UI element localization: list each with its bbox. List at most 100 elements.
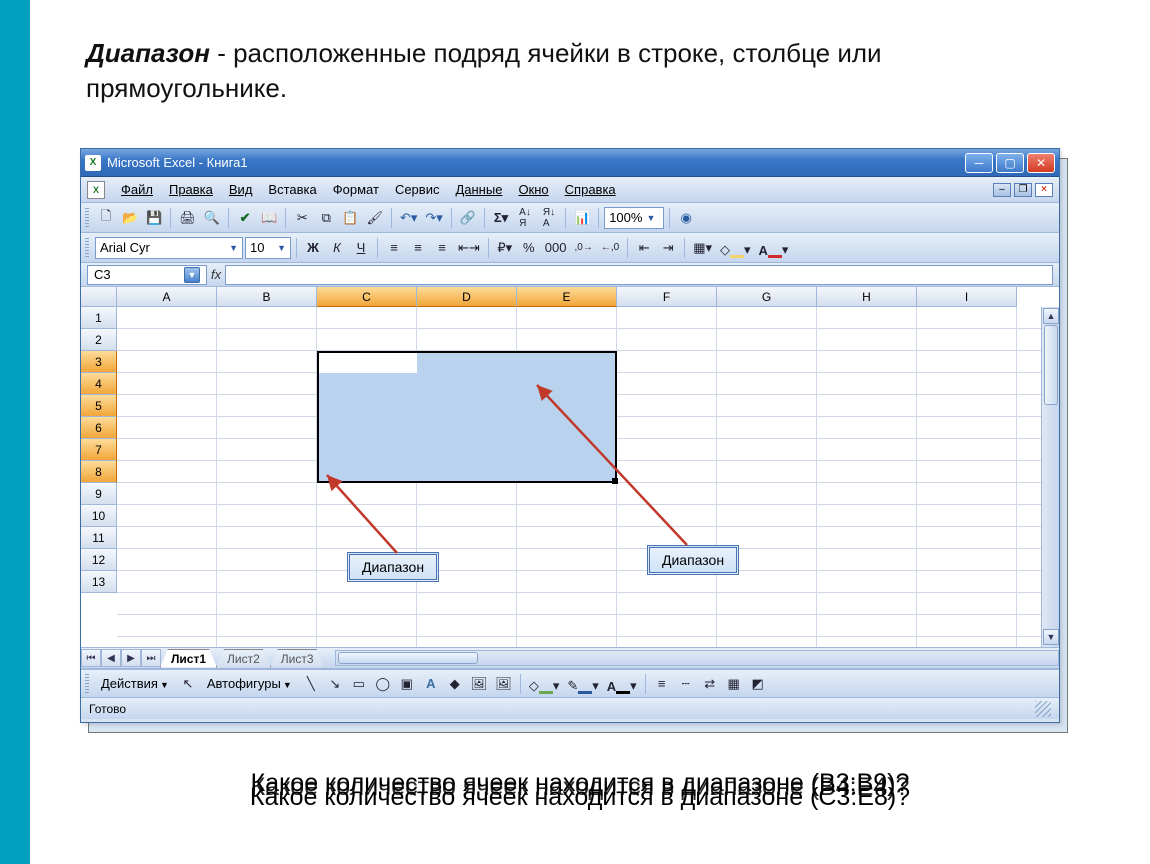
copy-icon[interactable]: ⧉: [315, 207, 337, 229]
paste-icon[interactable]: 📋: [339, 207, 361, 229]
horizontal-scrollbar[interactable]: [335, 650, 1059, 666]
chart-wizard-icon[interactable]: 📊: [571, 207, 593, 229]
underline-button[interactable]: Ч: [350, 237, 372, 259]
merge-center-icon[interactable]: ⇤⇥: [455, 237, 483, 259]
diagram-icon[interactable]: ◆: [444, 673, 466, 695]
comma-style-icon[interactable]: 000: [542, 237, 570, 259]
decrease-decimal-icon[interactable]: ←,0: [598, 237, 622, 259]
toolbar-grip-icon[interactable]: [85, 238, 89, 258]
scroll-up-icon[interactable]: ▲: [1043, 308, 1059, 324]
tab-nav-first-icon[interactable]: ⏮: [81, 649, 101, 667]
name-box-dropdown-icon[interactable]: ▼: [184, 267, 200, 283]
oval-tool-icon[interactable]: ◯: [372, 673, 394, 695]
borders-icon[interactable]: ▦▾: [690, 237, 715, 259]
save-icon[interactable]: 💾: [143, 207, 165, 229]
textbox-tool-icon[interactable]: ▣: [396, 673, 418, 695]
arrow-tool-icon[interactable]: ↘: [324, 673, 346, 695]
workbook-icon[interactable]: X: [87, 181, 105, 199]
line-style-icon[interactable]: ≡: [651, 673, 673, 695]
doc-restore-button[interactable]: ❐: [1014, 183, 1032, 197]
format-painter-icon[interactable]: 🖌: [363, 207, 386, 229]
menu-help[interactable]: Справка: [557, 180, 624, 199]
fill-color-picker-icon[interactable]: ◇▾: [526, 673, 563, 695]
row-header-12[interactable]: 12: [81, 549, 117, 571]
menu-edit[interactable]: Правка: [161, 180, 221, 199]
rectangle-tool-icon[interactable]: ▭: [348, 673, 370, 695]
col-header-g[interactable]: G: [717, 287, 817, 307]
row-header-1[interactable]: 1: [81, 307, 117, 329]
spellcheck-icon[interactable]: ✔: [234, 207, 256, 229]
increase-indent-icon[interactable]: ⇥: [657, 237, 679, 259]
hscroll-thumb[interactable]: [338, 652, 478, 664]
row-header-9[interactable]: 9: [81, 483, 117, 505]
scroll-thumb[interactable]: [1044, 325, 1058, 405]
col-header-e[interactable]: E: [517, 287, 617, 307]
menu-file[interactable]: Файл: [113, 180, 161, 199]
open-file-icon[interactable]: 📂: [119, 207, 141, 229]
doc-minimize-button[interactable]: –: [993, 183, 1011, 197]
col-header-f[interactable]: F: [617, 287, 717, 307]
select-objects-icon[interactable]: ↖: [177, 673, 199, 695]
decrease-indent-icon[interactable]: ⇤: [633, 237, 655, 259]
research-icon[interactable]: 📖: [258, 207, 280, 229]
row-header-11[interactable]: 11: [81, 527, 117, 549]
scroll-down-icon[interactable]: ▼: [1043, 629, 1059, 645]
toolbar-grip-icon[interactable]: [85, 674, 89, 694]
sheet-tab-1[interactable]: Лист1: [160, 649, 217, 668]
row-header-7[interactable]: 7: [81, 439, 117, 461]
row-header-3[interactable]: 3: [81, 351, 117, 373]
undo-icon[interactable]: ↶▾: [397, 207, 420, 229]
font-color-icon[interactable]: А▾: [756, 237, 792, 259]
toolbar-grip-icon[interactable]: [85, 208, 89, 228]
col-header-a[interactable]: A: [117, 287, 217, 307]
tab-nav-next-icon[interactable]: ▶: [121, 649, 141, 667]
col-header-d[interactable]: D: [417, 287, 517, 307]
fill-color-icon[interactable]: ◇▾: [717, 237, 754, 259]
col-header-b[interactable]: B: [217, 287, 317, 307]
3d-style-icon[interactable]: ◩: [747, 673, 769, 695]
sheet-tab-2[interactable]: Лист2: [216, 649, 271, 668]
row-header-13[interactable]: 13: [81, 571, 117, 593]
hyperlink-icon[interactable]: 🔗: [457, 207, 479, 229]
increase-decimal-icon[interactable]: ,0→: [572, 237, 596, 259]
clipart-icon[interactable]: 🖼: [468, 673, 491, 695]
minimize-button[interactable]: ─: [965, 153, 993, 173]
tab-nav-prev-icon[interactable]: ◀: [101, 649, 121, 667]
vertical-scrollbar[interactable]: ▲ ▼: [1041, 307, 1059, 647]
font-size-combo[interactable]: 10 ▼: [245, 237, 291, 259]
formula-input[interactable]: [225, 265, 1053, 285]
selection-range[interactable]: [317, 351, 617, 483]
print-preview-icon[interactable]: 🔍: [201, 207, 223, 229]
sheet-tab-3[interactable]: Лист3: [270, 649, 325, 668]
menu-tools[interactable]: Сервис: [387, 180, 448, 199]
font-color-picker-icon[interactable]: А▾: [604, 673, 640, 695]
row-header-5[interactable]: 5: [81, 395, 117, 417]
help-icon[interactable]: ◉: [675, 207, 697, 229]
fx-icon[interactable]: fx: [211, 267, 221, 282]
resize-grip-icon[interactable]: [1035, 701, 1051, 717]
row-header-10[interactable]: 10: [81, 505, 117, 527]
menu-format[interactable]: Формат: [325, 180, 387, 199]
row-header-2[interactable]: 2: [81, 329, 117, 351]
sort-desc-icon[interactable]: Я↓А: [538, 207, 560, 229]
doc-close-button[interactable]: ×: [1035, 183, 1053, 197]
bold-button[interactable]: Ж: [302, 237, 324, 259]
menu-window[interactable]: Окно: [510, 180, 556, 199]
align-right-icon[interactable]: ≡: [431, 237, 453, 259]
menu-view[interactable]: Вид: [221, 180, 261, 199]
shadow-style-icon[interactable]: ▦: [723, 673, 745, 695]
picture-icon[interactable]: 🖼: [492, 673, 515, 695]
row-header-6[interactable]: 6: [81, 417, 117, 439]
print-icon[interactable]: 🖨: [176, 207, 199, 229]
redo-icon[interactable]: ↷▾: [422, 207, 445, 229]
menu-insert[interactable]: Вставка: [260, 180, 324, 199]
font-combo[interactable]: Arial Cyr ▼: [95, 237, 243, 259]
cells-grid[interactable]: Диапазон Диапазон: [117, 307, 1059, 647]
sort-asc-icon[interactable]: А↓Я: [514, 207, 536, 229]
name-box[interactable]: C3 ▼: [87, 265, 207, 285]
wordart-icon[interactable]: A: [420, 673, 442, 695]
row-header-4[interactable]: 4: [81, 373, 117, 395]
draw-actions-menu[interactable]: Действия▼: [95, 674, 175, 693]
tab-nav-last-icon[interactable]: ⏭: [141, 649, 161, 667]
menu-data[interactable]: Данные: [447, 180, 510, 199]
